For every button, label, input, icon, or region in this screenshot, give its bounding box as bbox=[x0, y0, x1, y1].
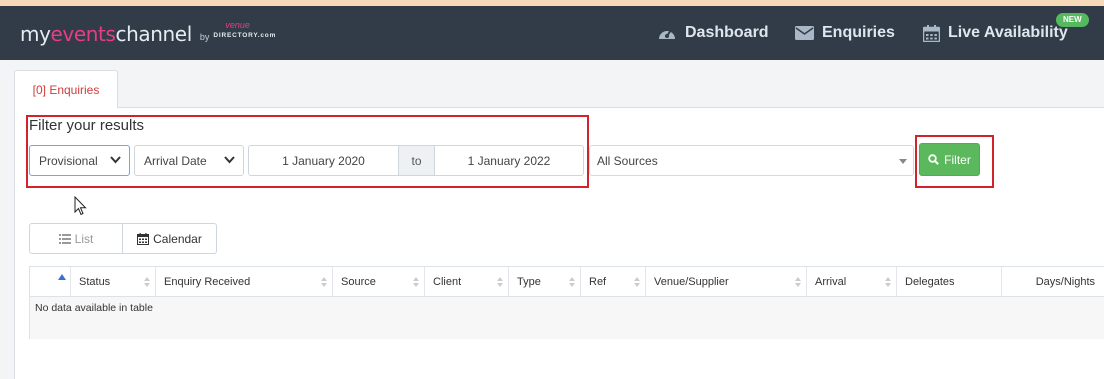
sort-icon bbox=[413, 277, 419, 287]
sort-icon bbox=[795, 277, 801, 287]
logo-wordmark: myeventschannel bbox=[20, 22, 192, 46]
date-type-select[interactable]: Arrival Date bbox=[134, 145, 244, 176]
status-select[interactable]: Provisional bbox=[29, 145, 130, 176]
nav-dashboard[interactable]: Dashboard bbox=[657, 6, 769, 60]
status-select-value: Provisional bbox=[39, 153, 98, 168]
filter-button-label: Filter bbox=[944, 152, 971, 167]
column-header-ref[interactable]: Ref bbox=[581, 267, 646, 297]
sources-select-value: All Sources bbox=[597, 153, 658, 168]
column-header-client[interactable]: Client bbox=[425, 267, 509, 297]
column-header-enquiry-received[interactable]: Enquiry Received bbox=[156, 267, 333, 297]
top-navbar: myeventschannel by venue DIRECTORY.com D… bbox=[0, 6, 1104, 60]
table-header: Status Enquiry Received Source Client Ty… bbox=[30, 267, 1104, 297]
sources-select[interactable]: All Sources bbox=[589, 145, 914, 176]
table-empty-message: No data available in table bbox=[35, 302, 153, 314]
caret-down-icon bbox=[899, 159, 907, 164]
enquiries-table: Status Enquiry Received Source Client Ty… bbox=[29, 266, 1104, 339]
list-view-button[interactable]: List bbox=[29, 223, 123, 254]
filter-title: Filter your results bbox=[29, 117, 145, 134]
sort-icon bbox=[885, 277, 891, 287]
dashboard-gauge-icon bbox=[659, 29, 675, 39]
column-header-arrival[interactable]: Arrival bbox=[807, 267, 897, 297]
nav-dashboard-label: Dashboard bbox=[685, 24, 769, 41]
chevron-down-icon bbox=[110, 156, 121, 164]
chevron-down-icon bbox=[224, 156, 235, 164]
sort-icon bbox=[144, 277, 150, 287]
date-from-value: 1 January 2020 bbox=[282, 153, 365, 168]
sort-icon bbox=[497, 277, 503, 287]
sort-icon bbox=[634, 277, 640, 287]
calendar-view-button[interactable]: Calendar bbox=[123, 223, 217, 254]
date-from-input[interactable]: 1 January 2020 bbox=[248, 145, 399, 176]
tab-enquiries-label: [0] Enquiries bbox=[32, 82, 100, 97]
column-header-days-nights[interactable]: Days/Nights bbox=[1002, 267, 1104, 297]
new-badge: NEW bbox=[1056, 13, 1089, 27]
date-to-value: 1 January 2022 bbox=[467, 153, 551, 168]
nav-live-availability[interactable]: Live Availability bbox=[923, 6, 1068, 60]
calendar-icon bbox=[923, 24, 940, 42]
view-toggle: List Calendar bbox=[29, 223, 217, 254]
calendar-icon bbox=[137, 232, 150, 245]
mouse-cursor-icon bbox=[74, 196, 87, 216]
search-icon bbox=[928, 154, 940, 165]
filter-button[interactable]: Filter bbox=[919, 143, 980, 176]
column-header-status[interactable]: Status bbox=[71, 267, 156, 297]
column-header-source[interactable]: Source bbox=[333, 267, 425, 297]
date-type-select-value: Arrival Date bbox=[144, 153, 207, 168]
tab-enquiries[interactable]: [0] Enquiries bbox=[14, 70, 118, 108]
sort-ascending-icon bbox=[58, 274, 66, 280]
logo-by: by bbox=[199, 32, 210, 42]
list-icon bbox=[58, 233, 71, 244]
nav-enquiries-label: Enquiries bbox=[822, 24, 895, 41]
nav-live-availability-label: Live Availability bbox=[948, 24, 1068, 41]
nav-enquiries[interactable]: Enquiries bbox=[795, 6, 895, 60]
date-range-separator: to bbox=[398, 145, 435, 176]
table-empty-row: No data available in table bbox=[30, 297, 1104, 339]
list-view-label: List bbox=[74, 231, 94, 246]
envelope-icon bbox=[795, 26, 814, 40]
column-header-select[interactable] bbox=[30, 267, 71, 297]
venue-directory-logo: venue DIRECTORY.com bbox=[213, 20, 277, 39]
date-to-input[interactable]: 1 January 2022 bbox=[434, 145, 584, 176]
calendar-view-label: Calendar bbox=[153, 231, 202, 246]
sort-icon bbox=[569, 277, 575, 287]
column-header-venue-supplier[interactable]: Venue/Supplier bbox=[646, 267, 807, 297]
sort-icon bbox=[321, 277, 327, 287]
brand-logo[interactable]: myeventschannel by venue DIRECTORY.com bbox=[20, 20, 279, 46]
column-header-type[interactable]: Type bbox=[509, 267, 581, 297]
column-header-delegates[interactable]: Delegates bbox=[897, 267, 1002, 297]
